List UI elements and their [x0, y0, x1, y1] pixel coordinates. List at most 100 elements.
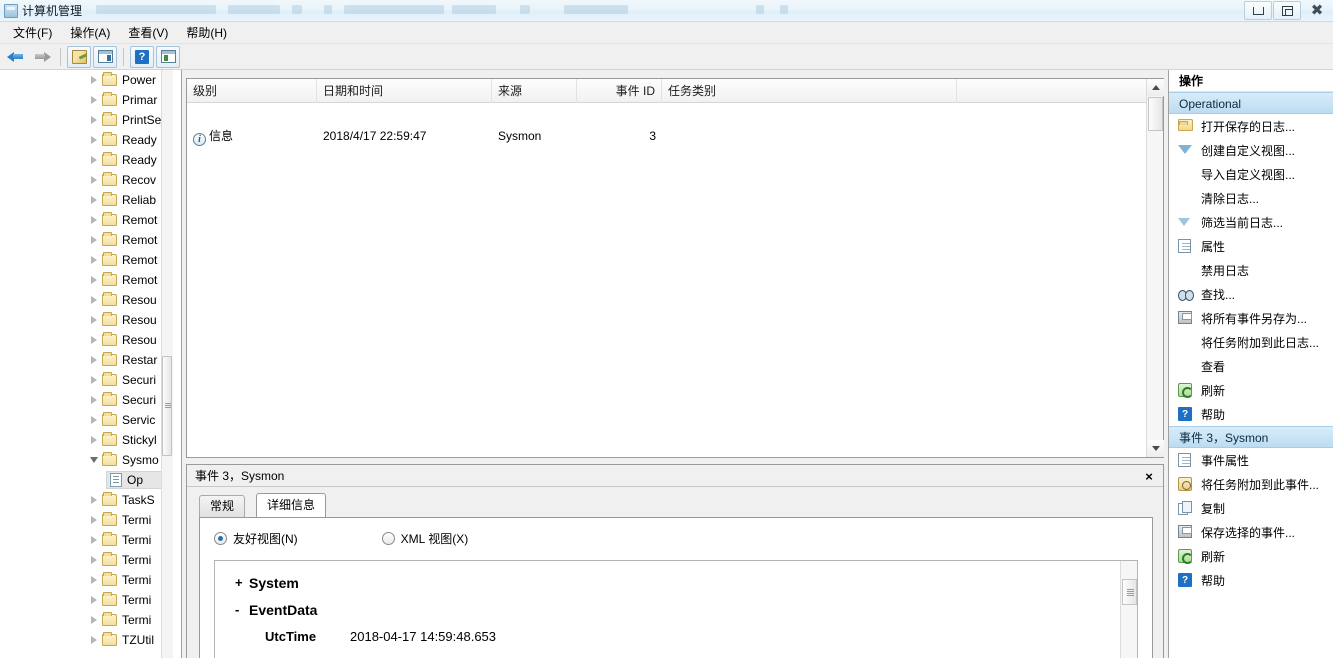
event-list-vertical-scrollbar[interactable]: [1146, 79, 1164, 457]
tree-item-termi[interactable]: Termi: [0, 570, 170, 590]
back-button[interactable]: [4, 46, 28, 68]
action-item[interactable]: 复制: [1169, 496, 1333, 520]
expand-arrow-closed-icon[interactable]: [88, 314, 100, 326]
expand-arrow-closed-icon[interactable]: [88, 534, 100, 546]
properties-button[interactable]: [67, 45, 91, 68]
expand-arrow-closed-icon[interactable]: [88, 74, 100, 86]
scroll-up-button[interactable]: [1147, 79, 1164, 96]
tab-details[interactable]: 详细信息: [256, 493, 327, 517]
tree-item-tzutil[interactable]: TZUtil: [0, 630, 170, 650]
help-button[interactable]: ?: [130, 45, 154, 68]
action-item[interactable]: ? 帮助: [1169, 568, 1333, 592]
expand-arrow-closed-icon[interactable]: [88, 434, 100, 446]
action-item[interactable]: 打开保存的日志...: [1169, 114, 1333, 138]
expand-arrow-closed-icon[interactable]: [88, 134, 100, 146]
column-header-日期和时间[interactable]: 日期和时间: [317, 79, 492, 103]
tree-item-op[interactable]: Op: [0, 470, 170, 490]
show-hide-console-tree-button[interactable]: [93, 45, 117, 68]
tree-item-servic[interactable]: Servic: [0, 410, 170, 430]
tree-item-restar[interactable]: Restar: [0, 350, 170, 370]
action-item[interactable]: 保存选择的事件...: [1169, 520, 1333, 544]
tree-item-tasks[interactable]: TaskS: [0, 490, 170, 510]
action-item[interactable]: 事件属性: [1169, 448, 1333, 472]
expand-arrow-closed-icon[interactable]: [88, 514, 100, 526]
menu-view[interactable]: 查看(V): [119, 22, 177, 43]
menu-help[interactable]: 帮助(H): [177, 22, 236, 43]
action-item[interactable]: 将任务附加到此日志...: [1169, 330, 1333, 354]
event-data-node-eventdata[interactable]: - EventData: [235, 602, 1119, 629]
event-data-scrollbar-thumb[interactable]: [1122, 579, 1137, 605]
expand-arrow-closed-icon[interactable]: [88, 594, 100, 606]
show-hide-action-pane-button[interactable]: [156, 45, 180, 68]
tree-item-resou[interactable]: Resou: [0, 290, 170, 310]
tree-item-reliab[interactable]: Reliab: [0, 190, 170, 210]
expand-arrow-closed-icon[interactable]: [88, 274, 100, 286]
expand-arrow-open-icon[interactable]: [88, 454, 100, 466]
tree-item-termi[interactable]: Termi: [0, 590, 170, 610]
tree-item-termi[interactable]: Termi: [0, 510, 170, 530]
expand-arrow-closed-icon[interactable]: [88, 354, 100, 366]
console-tree[interactable]: Power Primar PrintSe Ready Ready Recov Reliab R…: [0, 70, 170, 658]
expand-arrow-closed-icon[interactable]: [88, 574, 100, 586]
menu-action[interactable]: 操作(A): [61, 22, 119, 43]
tree-item-stickyl[interactable]: Stickyl: [0, 430, 170, 450]
tree-item-securi[interactable]: Securi: [0, 390, 170, 410]
tree-item-resou[interactable]: Resou: [0, 310, 170, 330]
detail-close-button[interactable]: ×: [1141, 468, 1157, 484]
tree-item-securi[interactable]: Securi: [0, 370, 170, 390]
tree-item-termi[interactable]: Termi: [0, 530, 170, 550]
event-list-scrollbar-thumb[interactable]: [1148, 97, 1163, 131]
action-item[interactable]: 属性: [1169, 234, 1333, 258]
forward-button[interactable]: [30, 46, 54, 68]
expand-arrow-closed-icon[interactable]: [88, 294, 100, 306]
expand-arrow-closed-icon[interactable]: [88, 194, 100, 206]
column-header-级别[interactable]: 级别: [187, 79, 317, 103]
action-item[interactable]: 筛选当前日志...: [1169, 210, 1333, 234]
xml-view-radio[interactable]: XML 视图(X): [381, 530, 468, 547]
action-item[interactable]: 将任务附加到此事件...: [1169, 472, 1333, 496]
tree-item-ready[interactable]: Ready: [0, 150, 170, 170]
expand-arrow-closed-icon[interactable]: [88, 94, 100, 106]
tree-item-termi[interactable]: Termi: [0, 610, 170, 630]
tree-item-sysmo[interactable]: Sysmo: [0, 450, 170, 470]
action-item[interactable]: 刷新: [1169, 544, 1333, 568]
tree-item-remot[interactable]: Remot: [0, 210, 170, 230]
tree-scrollbar-thumb[interactable]: [162, 356, 172, 456]
action-item[interactable]: 查找...: [1169, 282, 1333, 306]
scroll-down-button[interactable]: [1147, 440, 1164, 457]
expand-arrow-closed-icon[interactable]: [88, 334, 100, 346]
collapse-minus-icon[interactable]: -: [235, 602, 249, 617]
action-item[interactable]: 查看: [1169, 354, 1333, 378]
event-data-node-system[interactable]: + System: [235, 575, 1119, 602]
menu-file[interactable]: 文件(F): [4, 22, 61, 43]
tree-item-printse[interactable]: PrintSe: [0, 110, 170, 130]
tree-item-recov[interactable]: Recov: [0, 170, 170, 190]
tree-item-power[interactable]: Power: [0, 70, 170, 90]
event-data-field-utctime[interactable]: UtcTime 2018-04-17 14:59:48.653: [235, 629, 1119, 656]
expand-arrow-closed-icon[interactable]: [88, 414, 100, 426]
tree-item-termi[interactable]: Termi: [0, 550, 170, 570]
maximize-button[interactable]: [1273, 1, 1301, 20]
event-data-vertical-scrollbar[interactable]: [1120, 561, 1137, 658]
action-item[interactable]: 将所有事件另存为...: [1169, 306, 1333, 330]
column-header-事件 ID[interactable]: 事件 ID: [577, 79, 662, 103]
action-item[interactable]: 禁用日志: [1169, 258, 1333, 282]
tree-item-remot[interactable]: Remot: [0, 250, 170, 270]
close-button[interactable]: ✖: [1302, 1, 1332, 20]
expand-arrow-closed-icon[interactable]: [88, 234, 100, 246]
expand-arrow-closed-icon[interactable]: [88, 374, 100, 386]
expand-plus-icon[interactable]: +: [235, 575, 249, 590]
expand-arrow-closed-icon[interactable]: [88, 614, 100, 626]
event-list-row[interactable]: i 信息 2018/4/17 22:59:47 Sysmon 3: [187, 123, 1163, 149]
expand-arrow-closed-icon[interactable]: [88, 114, 100, 126]
tree-item-remot[interactable]: Remot: [0, 270, 170, 290]
expand-arrow-closed-icon[interactable]: [88, 554, 100, 566]
action-item[interactable]: 创建自定义视图...: [1169, 138, 1333, 162]
expand-arrow-closed-icon[interactable]: [88, 634, 100, 646]
event-data-rows[interactable]: + System - EventData UtcTime 2018-04-17 14:59…: [215, 561, 1119, 658]
column-header-来源[interactable]: 来源: [492, 79, 577, 103]
tree-item-remot[interactable]: Remot: [0, 230, 170, 250]
expand-arrow-closed-icon[interactable]: [88, 254, 100, 266]
column-header-任务类别[interactable]: 任务类别: [662, 79, 957, 103]
tree-item-resou[interactable]: Resou: [0, 330, 170, 350]
